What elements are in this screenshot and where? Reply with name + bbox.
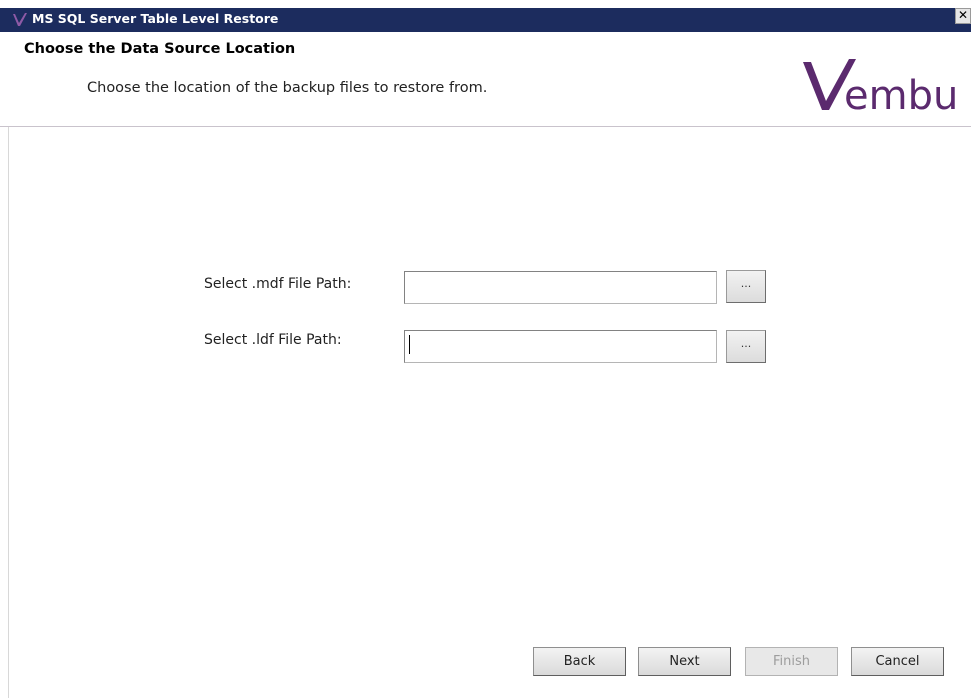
wizard-header: Choose the Data Source Location Choose t… — [0, 32, 971, 127]
back-button[interactable]: Back — [533, 647, 626, 676]
header-divider — [0, 126, 971, 127]
left-border — [8, 127, 9, 698]
brand-text: embu — [844, 73, 958, 118]
window-title: MS SQL Server Table Level Restore — [32, 11, 279, 26]
finish-button[interactable]: Finish — [745, 647, 838, 676]
close-button[interactable]: ✕ — [955, 8, 971, 24]
page-title: Choose the Data Source Location — [24, 41, 296, 57]
cancel-button[interactable]: Cancel — [851, 647, 944, 676]
window-titlebar[interactable]: MS SQL Server Table Level Restore — [0, 8, 971, 32]
text-caret — [409, 335, 410, 354]
ldf-path-input[interactable] — [404, 330, 717, 363]
top-strip — [0, 0, 971, 8]
close-icon: ✕ — [957, 8, 969, 22]
mdf-path-label: Select .mdf File Path: — [204, 276, 352, 292]
mdf-browse-button[interactable]: ... — [726, 270, 766, 303]
vembu-logo: embu — [803, 59, 958, 118]
mdf-path-input[interactable] — [404, 271, 717, 304]
next-button[interactable]: Next — [638, 647, 731, 676]
vembu-v-icon — [13, 13, 27, 26]
ldf-path-label: Select .ldf File Path: — [204, 332, 342, 348]
ldf-browse-button[interactable]: ... — [726, 330, 766, 363]
page-subtitle: Choose the location of the backup files … — [87, 80, 488, 96]
